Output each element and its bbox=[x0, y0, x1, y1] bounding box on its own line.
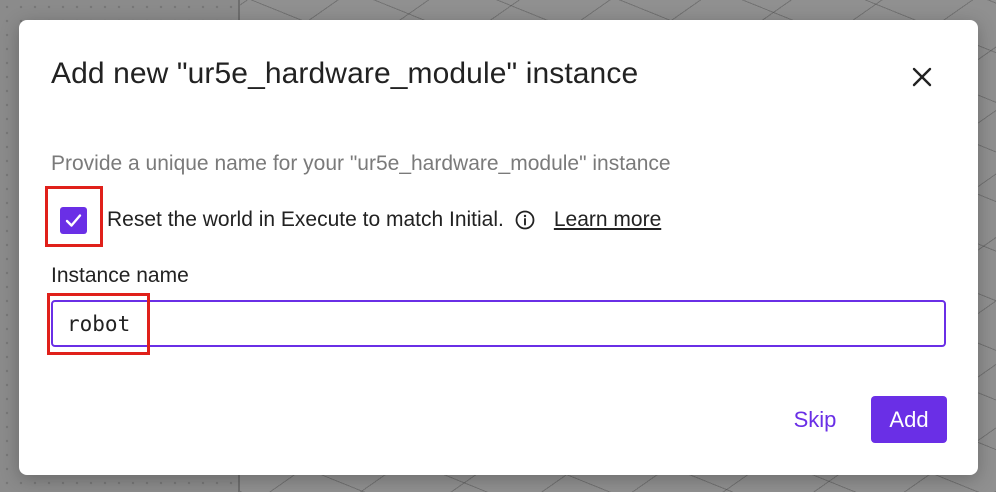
add-button[interactable]: Add bbox=[871, 396, 947, 443]
close-icon bbox=[912, 67, 932, 87]
close-button[interactable] bbox=[903, 58, 941, 96]
instance-name-label: Instance name bbox=[51, 264, 189, 287]
reset-world-option: Reset the world in Execute to match Init… bbox=[60, 205, 661, 235]
info-icon[interactable] bbox=[514, 209, 536, 231]
reset-world-label: Reset the world in Execute to match Init… bbox=[107, 208, 504, 231]
dialog-description: Provide a unique name for your "ur5e_har… bbox=[51, 152, 671, 175]
instance-name-input[interactable] bbox=[51, 300, 946, 347]
checkmark-icon bbox=[65, 213, 82, 227]
add-instance-dialog: Add new "ur5e_hardware_module" instance … bbox=[19, 20, 978, 475]
skip-button[interactable]: Skip bbox=[779, 396, 851, 443]
learn-more-link[interactable]: Learn more bbox=[554, 208, 661, 232]
dialog-title: Add new "ur5e_hardware_module" instance bbox=[51, 57, 639, 90]
reset-world-checkbox[interactable] bbox=[60, 206, 87, 234]
